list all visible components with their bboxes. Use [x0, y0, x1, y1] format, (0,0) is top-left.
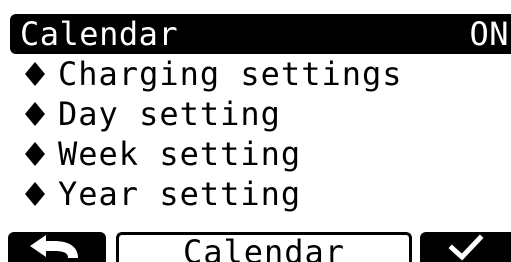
- menu-item-year-setting[interactable]: Year setting: [0, 174, 511, 214]
- menu-item-day-setting[interactable]: Day setting: [0, 94, 511, 134]
- device-screen: Calendar ON Charging settings Day settin…: [0, 0, 511, 262]
- menu-item-charging-settings[interactable]: Charging settings: [0, 54, 511, 94]
- diamond-bullet-icon: [25, 62, 45, 86]
- menu-item-label: Charging settings: [58, 55, 403, 93]
- checkmark-icon: [448, 234, 484, 261]
- diamond-bullet-icon: [25, 102, 45, 126]
- menu-item-label: Year setting: [58, 175, 302, 213]
- status-indicator: ON: [469, 15, 509, 53]
- back-arrow-icon: [30, 235, 78, 258]
- title-bar: Calendar ON: [10, 14, 511, 54]
- confirm-softkey[interactable]: [420, 232, 511, 262]
- diamond-bullet-icon: [25, 182, 45, 206]
- softkey-bar: Calendar: [0, 226, 511, 262]
- menu-item-week-setting[interactable]: Week setting: [0, 134, 511, 174]
- page-title: Calendar: [20, 15, 179, 53]
- menu-item-label: Week setting: [58, 135, 302, 173]
- settings-menu: Charging settings Day setting Week setti…: [0, 54, 511, 214]
- softkey-label: Calendar: [182, 233, 346, 262]
- menu-item-label: Day setting: [58, 95, 281, 133]
- back-softkey[interactable]: [8, 232, 106, 262]
- calendar-softkey[interactable]: Calendar: [116, 232, 412, 262]
- diamond-bullet-icon: [25, 142, 45, 166]
